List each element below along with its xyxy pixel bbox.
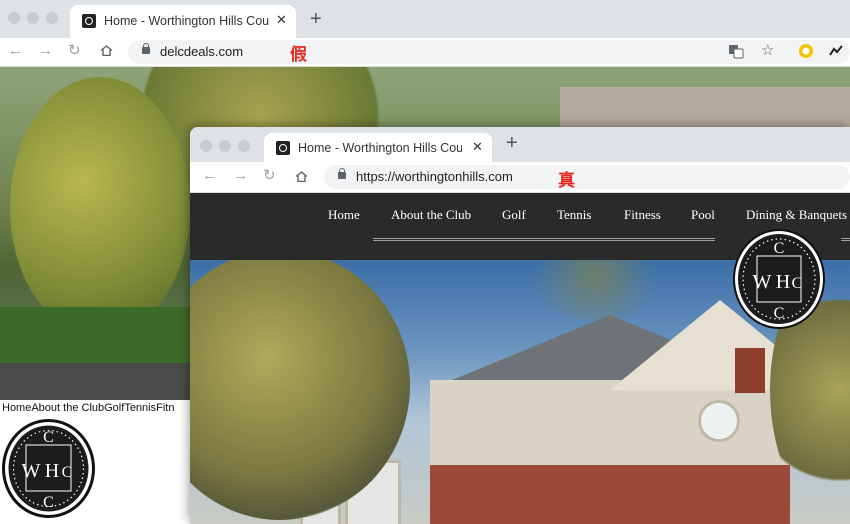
inner-home-icon[interactable]: [295, 171, 308, 182]
inner-window-close-dot[interactable]: [200, 140, 212, 152]
inner-lock-icon: [338, 168, 346, 179]
svg-text:H: H: [45, 460, 59, 482]
svg-text:C: C: [62, 464, 73, 481]
site-favicon-icon: [82, 14, 96, 28]
svg-text:W: W: [753, 271, 772, 293]
inner-url-text[interactable]: https://worthingtonhills.com: [356, 169, 513, 184]
inner-toolbar: ← → ↻ https://worthingtonhills.com 真: [190, 162, 850, 193]
nav-tennis[interactable]: Tennis: [557, 207, 591, 223]
reload-icon[interactable]: ↻: [68, 41, 81, 59]
inner-window-minimize-dot[interactable]: [219, 140, 231, 152]
inner-tab-strip: Home - Worthington Hills Cour ✕ +: [190, 127, 850, 162]
extension-speed-icon[interactable]: [828, 43, 844, 59]
svg-text:C: C: [774, 240, 785, 257]
inner-forward-icon[interactable]: →: [233, 167, 248, 184]
extension-chat-icon[interactable]: [798, 43, 814, 59]
lock-icon: [142, 43, 150, 54]
fake-nav-about[interactable]: About the Club: [31, 402, 104, 414]
window-close-dot[interactable]: [8, 12, 20, 24]
real-site-browser-window: Home - Worthington Hills Cour ✕ + ← → ↻ …: [190, 127, 850, 524]
inner-reload-icon[interactable]: ↻: [263, 166, 276, 184]
nav-home[interactable]: Home: [328, 207, 360, 223]
bookmark-star-icon[interactable]: ☆: [761, 41, 774, 59]
home-icon[interactable]: [100, 45, 113, 56]
inner-close-tab-icon[interactable]: ✕: [472, 139, 483, 155]
inner-site-favicon-icon: [276, 141, 290, 155]
nav-golf[interactable]: Golf: [502, 207, 526, 223]
nav-dining-banquets[interactable]: Dining & Banquets: [746, 207, 847, 223]
svg-text:C: C: [774, 305, 785, 322]
fake-nav-tennis[interactable]: Tennis: [124, 402, 156, 414]
window-minimize-dot[interactable]: [27, 12, 39, 24]
real-site-label: 真: [558, 171, 575, 191]
fake-nav-home[interactable]: Home: [2, 402, 31, 414]
forward-icon[interactable]: →: [38, 42, 53, 59]
outer-toolbar: ← → ↻ delcdeals.com 假 ☆: [0, 38, 850, 67]
fake-nav-golf[interactable]: Golf: [104, 402, 124, 414]
window-zoom-dot[interactable]: [46, 12, 58, 24]
outer-url-text[interactable]: delcdeals.com: [160, 44, 243, 59]
inner-window-zoom-dot[interactable]: [238, 140, 250, 152]
outer-tab-title: Home - Worthington Hills Coun: [104, 14, 270, 28]
nav-pool[interactable]: Pool: [691, 207, 715, 223]
svg-text:W: W: [22, 460, 41, 482]
outer-tab-strip: Home - Worthington Hills Coun ✕ +: [0, 0, 850, 38]
outer-active-tab[interactable]: Home - Worthington Hills Coun ✕: [70, 5, 296, 38]
inner-active-tab[interactable]: Home - Worthington Hills Cour ✕: [264, 133, 492, 162]
svg-text:C: C: [792, 275, 803, 292]
svg-text:H: H: [776, 271, 790, 293]
nav-divider-right: [841, 238, 850, 241]
inner-address-bar[interactable]: https://worthingtonhills.com: [324, 165, 850, 189]
fake-nav-links: HomeAbout the ClubGolfTennisFitn: [2, 402, 174, 414]
nav-about-the-club[interactable]: About the Club: [391, 207, 471, 223]
inner-new-tab-icon[interactable]: +: [506, 132, 518, 155]
fake-club-logo[interactable]: C W H C C: [2, 419, 95, 518]
inner-back-icon[interactable]: ←: [202, 167, 217, 184]
new-tab-icon[interactable]: +: [310, 8, 322, 31]
close-tab-icon[interactable]: ✕: [276, 12, 287, 28]
fake-nav-fitness[interactable]: Fitn: [156, 402, 174, 414]
nav-divider-left: [373, 238, 715, 241]
inner-tab-title: Home - Worthington Hills Cour: [298, 141, 462, 155]
translate-icon[interactable]: [728, 43, 744, 59]
nav-fitness[interactable]: Fitness: [624, 207, 661, 223]
svg-text:C: C: [43, 429, 54, 446]
fake-site-label: 假: [290, 45, 307, 65]
real-club-logo[interactable]: C W H C C: [733, 229, 825, 329]
back-icon[interactable]: ←: [8, 42, 23, 59]
svg-text:C: C: [43, 494, 54, 511]
